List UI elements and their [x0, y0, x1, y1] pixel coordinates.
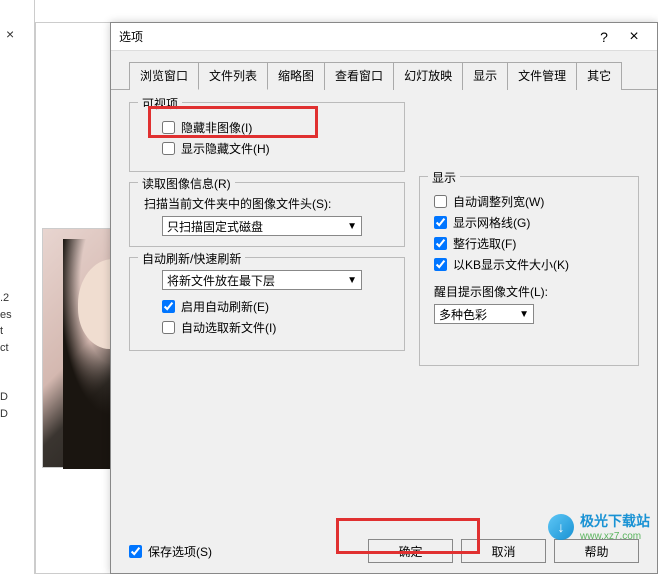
checkbox-auto-column-width[interactable]	[434, 195, 447, 208]
group-visible-items: 可视项 隐藏非图像(I) 显示隐藏文件(H)	[129, 102, 405, 172]
label-show-hidden: 显示隐藏文件(H)	[181, 140, 270, 157]
tab-file-list[interactable]: 文件列表	[198, 62, 268, 90]
label-save-options: 保存选项(S)	[148, 543, 212, 560]
checkbox-show-gridlines[interactable]	[434, 216, 447, 229]
group-display: 显示 自动调整列宽(W) 显示网格线(G) 整行选取(F)	[419, 176, 639, 366]
background-window-strip: ×	[0, 0, 35, 574]
dropdown-scan-mode[interactable]: 只扫描固定式磁盘 ▼	[162, 216, 362, 236]
checkbox-save-options[interactable]	[129, 545, 142, 558]
label-full-row-select: 整行选取(F)	[453, 235, 516, 252]
checkbox-enable-auto-refresh[interactable]	[162, 300, 175, 313]
options-dialog: 选项 ? × 浏览窗口 文件列表 缩略图 查看窗口 幻灯放映 显示 文件管理 其…	[110, 22, 658, 574]
close-icon[interactable]: ×	[619, 28, 649, 46]
tab-slideshow[interactable]: 幻灯放映	[393, 62, 463, 90]
ok-button[interactable]: 确定	[368, 539, 453, 563]
chevron-down-icon: ▼	[347, 221, 357, 232]
checkbox-auto-select-new[interactable]	[162, 321, 175, 334]
label-enable-auto-refresh: 启用自动刷新(E)	[181, 298, 269, 315]
checkbox-hide-non-image[interactable]	[162, 121, 175, 134]
watermark-name: 极光下载站	[580, 511, 650, 531]
tab-thumbnail[interactable]: 缩略图	[267, 62, 325, 90]
dialog-content: 可视项 隐藏非图像(I) 显示隐藏文件(H) 读取图像信息(R) 扫描当前文件夹…	[111, 90, 657, 530]
chevron-down-icon: ▼	[347, 275, 357, 286]
group-title-display: 显示	[428, 169, 460, 186]
label-auto-column-width: 自动调整列宽(W)	[453, 193, 544, 210]
checkbox-show-kb-size[interactable]	[434, 258, 447, 271]
dropdown-placement-value: 将新文件放在最下层	[167, 272, 275, 289]
group-title-auto-refresh: 自动刷新/快速刷新	[138, 250, 245, 267]
tab-other[interactable]: 其它	[576, 62, 622, 90]
side-text-fragment: .2 es t ct D D	[0, 290, 12, 422]
bg-close-icon[interactable]: ×	[6, 26, 14, 42]
dropdown-highlight-value: 多种色彩	[439, 306, 487, 323]
checkbox-show-hidden[interactable]	[162, 142, 175, 155]
help-icon[interactable]: ?	[589, 29, 619, 45]
group-title-visible: 可视项	[138, 95, 182, 112]
watermark: ↓ 极光下载站 www.xz7.com	[548, 511, 650, 542]
group-auto-refresh: 自动刷新/快速刷新 将新文件放在最下层 ▼ 启用自动刷新(E) 自动选取新文件(…	[129, 257, 405, 351]
help-button[interactable]: 帮助	[554, 539, 639, 563]
label-show-gridlines: 显示网格线(G)	[453, 214, 530, 231]
group-read-image-info: 读取图像信息(R) 扫描当前文件夹中的图像文件头(S): 只扫描固定式磁盘 ▼	[129, 182, 405, 247]
dropdown-placement[interactable]: 将新文件放在最下层 ▼	[162, 270, 362, 290]
watermark-url: www.xz7.com	[580, 531, 650, 542]
label-hide-non-image: 隐藏非图像(I)	[181, 119, 252, 136]
label-scan-header: 扫描当前文件夹中的图像文件头(S):	[144, 195, 390, 212]
cancel-button[interactable]: 取消	[461, 539, 546, 563]
tab-display[interactable]: 显示	[462, 62, 508, 90]
tab-view-window[interactable]: 查看窗口	[324, 62, 394, 90]
checkbox-full-row-select[interactable]	[434, 237, 447, 250]
watermark-logo-icon: ↓	[548, 514, 574, 540]
label-auto-select-new: 自动选取新文件(I)	[181, 319, 276, 336]
dialog-titlebar: 选项 ? ×	[111, 23, 657, 51]
tab-bar: 浏览窗口 文件列表 缩略图 查看窗口 幻灯放映 显示 文件管理 其它	[111, 51, 657, 90]
dropdown-highlight-color[interactable]: 多种色彩 ▼	[434, 304, 534, 324]
label-highlight-image: 醒目提示图像文件(L):	[434, 283, 624, 300]
chevron-down-icon: ▼	[519, 309, 529, 320]
group-title-read-info: 读取图像信息(R)	[138, 175, 235, 192]
tab-file-manage[interactable]: 文件管理	[507, 62, 577, 90]
dropdown-scan-value: 只扫描固定式磁盘	[167, 218, 263, 235]
label-show-kb-size: 以KB显示文件大小(K)	[453, 256, 569, 273]
dialog-title: 选项	[119, 28, 589, 45]
tab-browse-window[interactable]: 浏览窗口	[129, 62, 199, 90]
